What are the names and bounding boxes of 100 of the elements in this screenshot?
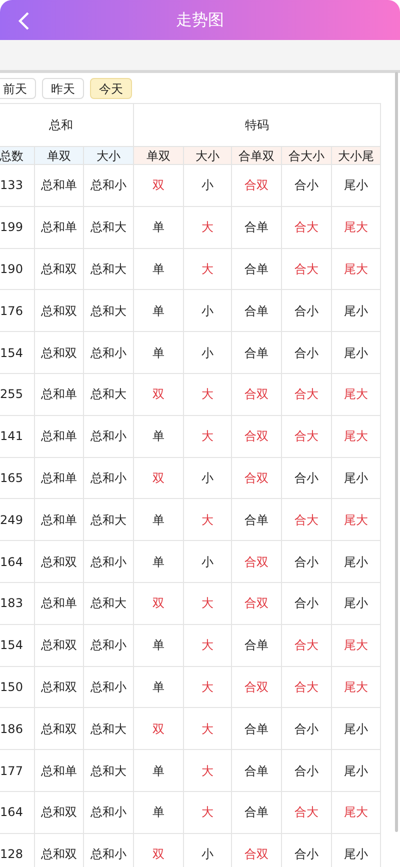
table-cell: 尾大 [332,624,381,666]
table-cell: 总和小 [84,458,134,498]
table-cell: 合双 [232,541,282,582]
table-cell: 合小 [282,582,332,624]
table-cell: 尾大 [332,666,381,708]
table-cell: 小 [184,290,232,332]
table-cell: 小 [184,834,232,867]
table-cell: 尾大 [332,792,381,833]
table-cell: 大 [184,750,232,791]
table-cell: 255 [0,374,35,415]
table-cell: 总和小 [84,416,134,457]
table-cell: 单 [134,750,184,791]
table-cell: 大 [184,499,232,540]
page-title: 走势图 [176,9,224,31]
table-cell: 大 [184,374,232,415]
table-cell: 尾大 [332,206,381,248]
column-header: 合大小 [282,147,332,164]
table-cell: 单 [134,206,184,248]
table-cell: 合单 [232,708,282,750]
table-cell: 249 [0,499,35,540]
column-header: 合单双 [232,147,282,164]
table-cell: 合小 [282,290,332,332]
column-header: 单双 [134,147,184,164]
table-cell: 190 [0,248,35,290]
table-cell: 总和大 [84,290,134,332]
table-cell: 合单 [232,248,282,290]
table-cell: 总和单 [35,206,84,248]
table-cell: 总和大 [84,750,134,791]
table-cell: 尾大 [332,374,381,415]
table-cell: 双 [134,708,184,750]
table-cell: 总和大 [84,374,134,415]
table-cell: 128 [0,834,35,867]
table-cell: 总和大 [84,708,134,750]
table-cell: 合单 [232,499,282,540]
table-cell: 单 [134,416,184,457]
table-cell: 199 [0,206,35,248]
table-cell: 总和双 [35,332,84,373]
back-icon[interactable] [18,11,30,31]
table-cell: 尾小 [332,290,381,332]
table-cell: 总和小 [84,165,134,206]
table-cell: 小 [184,165,232,206]
table-cell: 合单 [232,332,282,373]
table-cell: 总和单 [35,750,84,791]
table-cell: 单 [134,332,184,373]
table-cell: 小 [184,541,232,582]
table-cell: 单 [134,624,184,666]
table-cell: 小 [184,332,232,373]
table-cell: 尾大 [332,499,381,540]
table-cell: 尾小 [332,165,381,206]
table-cell: 合大 [282,248,332,290]
table-cell: 164 [0,792,35,833]
table-cell: 176 [0,290,35,332]
day-tab[interactable]: 前天 [0,78,36,99]
table-cell: 尾大 [332,416,381,457]
table-cell: 尾小 [332,458,381,498]
table-cell: 合双 [232,374,282,415]
table-cell: 164 [0,541,35,582]
table-cell: 尾小 [332,541,381,582]
table-cell: 合双 [232,834,282,867]
table-cell: 合小 [282,750,332,791]
table-cell: 总和小 [84,624,134,666]
table-cell: 双 [134,458,184,498]
table-cell: 单 [134,792,184,833]
table-cell: 总和大 [84,582,134,624]
table-cell: 总和小 [84,332,134,373]
table-cell: 合双 [232,582,282,624]
table-cell: 单 [134,666,184,708]
table-cell: 总和双 [35,624,84,666]
table-cell: 总和双 [35,290,84,332]
table-cell: 合小 [282,541,332,582]
table-cell: 合大 [282,416,332,457]
table-cell: 总和双 [35,541,84,582]
day-tab[interactable]: 昨天 [42,78,84,99]
scrollbar[interactable] [395,72,398,832]
table-cell: 总和大 [84,206,134,248]
table-cell: 合双 [232,165,282,206]
table-cell: 大 [184,666,232,708]
table-cell: 单 [134,290,184,332]
table-cell: 总和大 [84,248,134,290]
table-cell: 合小 [282,708,332,750]
day-tab[interactable]: 今天 [90,78,132,99]
table-cell: 总和双 [35,248,84,290]
column-header: 大小尾 [332,147,381,164]
table-cell: 合小 [282,165,332,206]
table-cell: 尾小 [332,708,381,750]
table-cell: 总和双 [35,666,84,708]
table-cell: 186 [0,708,35,750]
table-cell: 165 [0,458,35,498]
table-cell: 150 [0,666,35,708]
table-cell: 183 [0,582,35,624]
table-cell: 大 [184,792,232,833]
table-cell: 大 [184,248,232,290]
table-cell: 大 [184,416,232,457]
table-cell: 尾小 [332,582,381,624]
table-cell: 合小 [282,332,332,373]
table-cell: 177 [0,750,35,791]
table-cell: 尾小 [332,834,381,867]
table-cell: 单 [134,248,184,290]
table-cell: 合大 [282,666,332,708]
table-cell: 合大 [282,792,332,833]
